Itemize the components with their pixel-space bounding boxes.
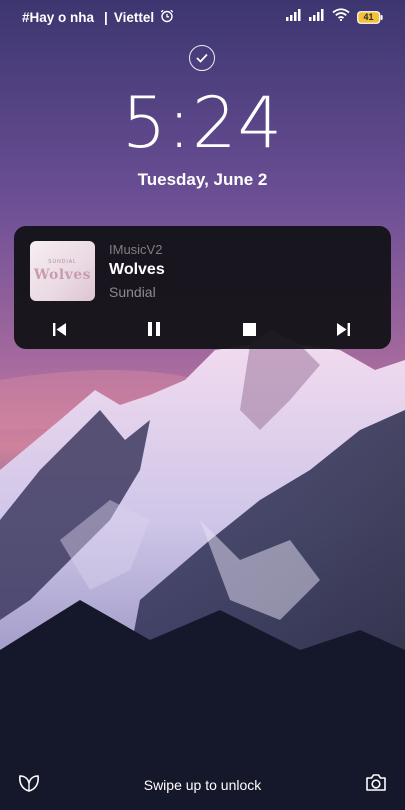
camera-icon[interactable]: [365, 773, 387, 797]
skip-next-icon: [337, 322, 350, 336]
pause-button[interactable]: [142, 317, 166, 341]
media-app-name: IMusicV2: [109, 242, 163, 257]
track-artist: Sundial: [109, 284, 156, 300]
carrier-text: #Hay o nha: [22, 9, 95, 25]
clock-date: Tuesday, June 2: [137, 170, 268, 189]
status-right: 41: [286, 8, 383, 26]
stop-icon: [242, 322, 256, 336]
album-art-subtitle: SUNDIAL: [48, 259, 77, 265]
operator-name: Viettel: [113, 9, 155, 25]
album-art-title: Wolves: [33, 267, 92, 283]
cell-signal-icon-2: [309, 8, 325, 26]
battery-level: 41: [363, 11, 374, 22]
media-controls: [14, 317, 391, 341]
battery-icon: 41: [357, 10, 383, 24]
check-circle-icon: [189, 45, 215, 71]
skip-previous-icon: [53, 322, 66, 336]
alarm-clock-icon: [160, 9, 174, 26]
clock-time: 5:24: [121, 82, 284, 164]
track-title: Wolves: [109, 261, 165, 278]
lockscreen-bottom-bar: Swipe up to unlock: [0, 760, 405, 810]
status-bar: #Hay o nha | Viettel 41: [0, 0, 405, 34]
next-track-button[interactable]: [331, 317, 355, 341]
status-left: #Hay o nha | Viettel: [22, 9, 174, 26]
previous-track-button[interactable]: [48, 317, 72, 341]
cell-signal-icon: [286, 8, 302, 26]
stop-button[interactable]: [237, 317, 261, 341]
leaf-icon[interactable]: [18, 773, 40, 798]
album-art: SUNDIAL Wolves: [30, 241, 95, 301]
pause-icon: [148, 322, 160, 336]
swipe-up-hint: Swipe up to unlock: [143, 777, 262, 793]
wifi-icon: [332, 8, 350, 26]
status-separator: |: [104, 9, 108, 25]
media-player-card[interactable]: SUNDIAL Wolves IMusicV2 Wolves Sundial: [14, 226, 391, 349]
